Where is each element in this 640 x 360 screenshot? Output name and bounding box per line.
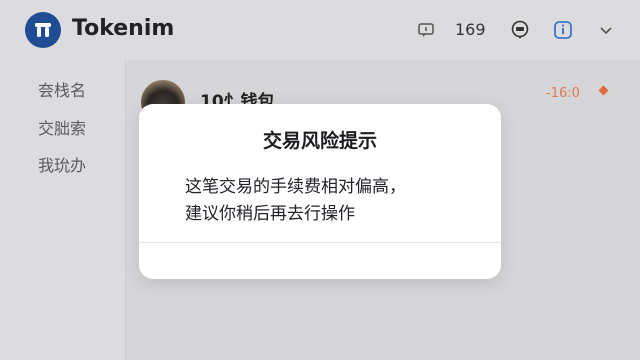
dialog-message-line-1: 这笔交易的手续费相对偏高， [185,177,406,197]
dialog-message: 这笔交易的手续费相对偏高， 建议你稍后再去行操作 [185,174,475,228]
app-title: Tokenim [72,16,175,41]
sidebar: 夽栈名 交胐索 我玧办 [0,60,126,360]
sidebar-item-1[interactable]: 夽栈名 [38,77,86,101]
wallet-amount: -16:0 [546,86,580,101]
message-icon[interactable] [416,20,436,40]
dialog-title: 交易风险提示 [262,130,377,152]
diamond-icon [598,85,609,96]
info-icon[interactable] [553,20,573,40]
chat-icon[interactable] [510,20,530,40]
risk-warning-dialog: 交易风险提示 这笔交易的手续费相对偏高， 建议你稍后再去行操作 [139,104,501,279]
sidebar-item-3[interactable]: 我玧办 [38,152,86,176]
app-header: Tokenim 169 [0,0,640,60]
sidebar-item-2[interactable]: 交胐索 [38,115,86,139]
header-number: 169 [455,20,486,39]
dialog-message-line-2: 建议你稍后再去行操作 [185,204,355,224]
dialog-action-area[interactable] [139,243,501,279]
tokenim-logo-icon [25,12,61,48]
chevron-down-icon[interactable] [596,20,616,40]
